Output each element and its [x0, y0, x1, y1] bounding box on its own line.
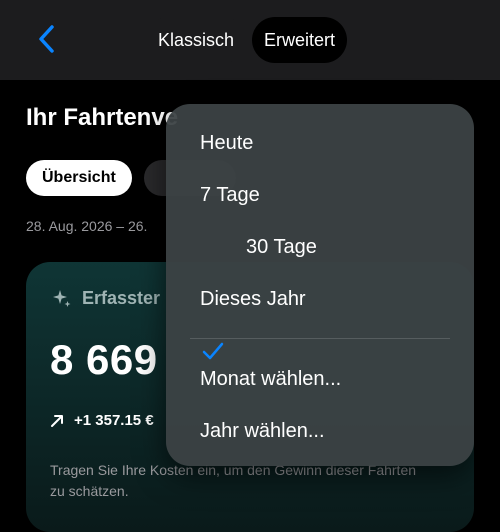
menu-separator [190, 338, 450, 339]
card-delta: +1 357.15 € [50, 412, 154, 429]
mode-classic-button[interactable]: Klassisch [146, 17, 247, 63]
top-bar: Klassisch Erweitert [0, 0, 500, 80]
tab-overview[interactable]: Übersicht [26, 160, 132, 196]
arrow-up-right-icon [51, 414, 63, 427]
sparkle-icon [53, 289, 71, 307]
menu-item-7-days[interactable]: 7 Tage [200, 184, 260, 207]
menu-item-choose-year[interactable]: Jahr wählen... [200, 420, 325, 443]
card-note: Tragen Sie Ihre Kosten ein, um den Gewin… [50, 462, 417, 499]
card-label: Erfasster [82, 288, 161, 308]
mode-extended-button[interactable]: Erweitert [252, 17, 348, 63]
menu-item-today[interactable]: Heute [200, 132, 253, 155]
card-delta-value: +1 357.15 € [74, 412, 154, 429]
date-range: 28. Aug. 2026 – 26. [26, 218, 148, 234]
menu-item-this-year[interactable]: Dieses Jahr [200, 288, 306, 311]
card-value: 8 669 [50, 336, 158, 383]
menu-item-choose-month[interactable]: Monat wählen... [200, 368, 341, 391]
menu-item-30-days[interactable]: 30 Tage [246, 236, 317, 259]
page-title: Ihr Fahrtenve [26, 104, 179, 131]
mode-segmented-control: Klassisch Erweitert [146, 16, 348, 64]
chevron-left-icon [39, 25, 54, 53]
checkmark-icon [202, 342, 224, 360]
back-button[interactable] [30, 22, 64, 56]
card-header: Erfasster [52, 288, 160, 309]
period-menu: Heute 7 Tage 30 Tage Dieses Jahr Monat w… [166, 104, 474, 466]
